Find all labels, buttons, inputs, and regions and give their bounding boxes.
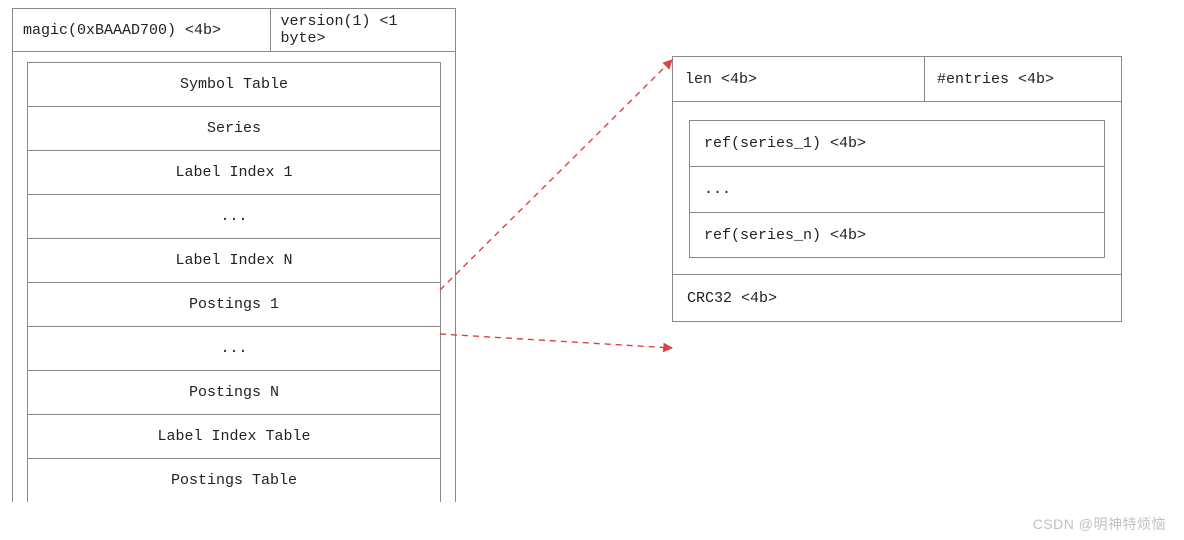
index-section-row: Label Index 1 (27, 150, 441, 194)
index-section-row: Postings N (27, 370, 441, 414)
series-ref-row: ref(series_n) <4b> (689, 212, 1105, 258)
index-header-row: magic(0xBAAAD700) <4b> version(1) <1 byt… (12, 8, 456, 52)
postings-body: ref(series_1) <4b>...ref(series_n) <4b> … (672, 102, 1122, 322)
series-ref-row: ref(series_1) <4b> (689, 120, 1105, 166)
index-section-row: Postings 1 (27, 282, 441, 326)
len-field: len <4b> (672, 56, 924, 102)
index-section-row: Postings Table (27, 458, 441, 502)
series-ref-row: ... (689, 166, 1105, 212)
watermark: CSDN @明神特烦恼 (1033, 514, 1166, 534)
index-section-row: Series (27, 106, 441, 150)
entries-field: #entries <4b> (924, 56, 1122, 102)
index-section-row: ... (27, 326, 441, 370)
index-section-row: Symbol Table (27, 62, 441, 106)
version-field: version(1) <1 byte> (270, 8, 456, 52)
postings-header-row: len <4b> #entries <4b> (672, 56, 1122, 102)
index-file-layout: magic(0xBAAAD700) <4b> version(1) <1 byt… (12, 8, 456, 502)
magic-field: magic(0xBAAAD700) <4b> (12, 8, 270, 52)
postings-entry-layout: len <4b> #entries <4b> ref(series_1) <4b… (672, 56, 1122, 322)
crc32-field: CRC32 <4b> (673, 274, 1121, 321)
index-section-row: ... (27, 194, 441, 238)
index-body: Symbol TableSeriesLabel Index 1...Label … (12, 52, 456, 502)
index-section-row: Label Index N (27, 238, 441, 282)
index-section-row: Label Index Table (27, 414, 441, 458)
